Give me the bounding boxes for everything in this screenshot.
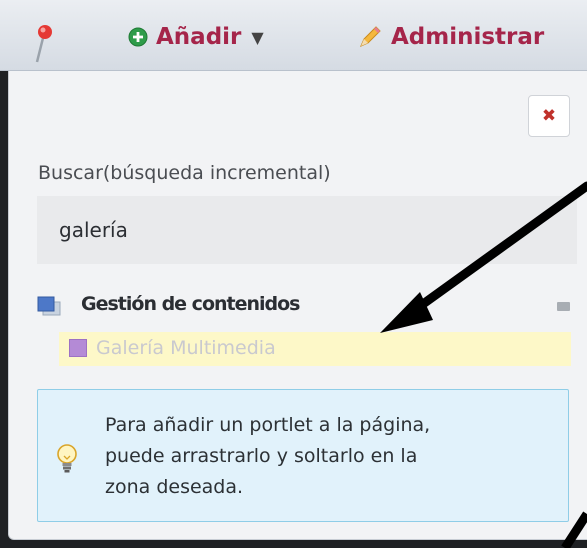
- manage-button[interactable]: Administrar: [357, 22, 544, 52]
- add-application-panel: ✖ Buscar(búsqueda incremental) Gestión d…: [8, 71, 587, 540]
- category-header[interactable]: Gestión de contenidos: [37, 292, 577, 320]
- manage-button-label: Administrar: [391, 24, 545, 50]
- portlet-category-icon: [37, 296, 61, 316]
- close-icon[interactable]: ✖: [528, 95, 570, 137]
- pencil-icon: [360, 26, 381, 47]
- dockbar: Añadir ▼ Administrar: [0, 0, 587, 71]
- list-item[interactable]: Galería Multimedia: [59, 332, 571, 366]
- add-button[interactable]: Añadir ▼: [128, 22, 264, 52]
- chevron-down-icon: ▼: [251, 27, 264, 47]
- category-label: Gestión de contenidos: [81, 293, 300, 315]
- list-item-label: Galería Multimedia: [96, 337, 276, 359]
- info-message: Para añadir un portlet a la página, pued…: [37, 389, 569, 522]
- add-button-label: Añadir: [156, 24, 242, 50]
- add-circle-icon: [128, 27, 148, 47]
- info-text: Para añadir un portlet a la página, pued…: [105, 414, 431, 498]
- search-label: Buscar(búsqueda incremental): [38, 162, 331, 184]
- portlet-icon: [69, 339, 87, 357]
- search-input[interactable]: [37, 196, 577, 264]
- pin-icon[interactable]: [33, 24, 57, 64]
- collapse-icon[interactable]: [557, 302, 570, 311]
- lightbulb-icon: [57, 444, 77, 473]
